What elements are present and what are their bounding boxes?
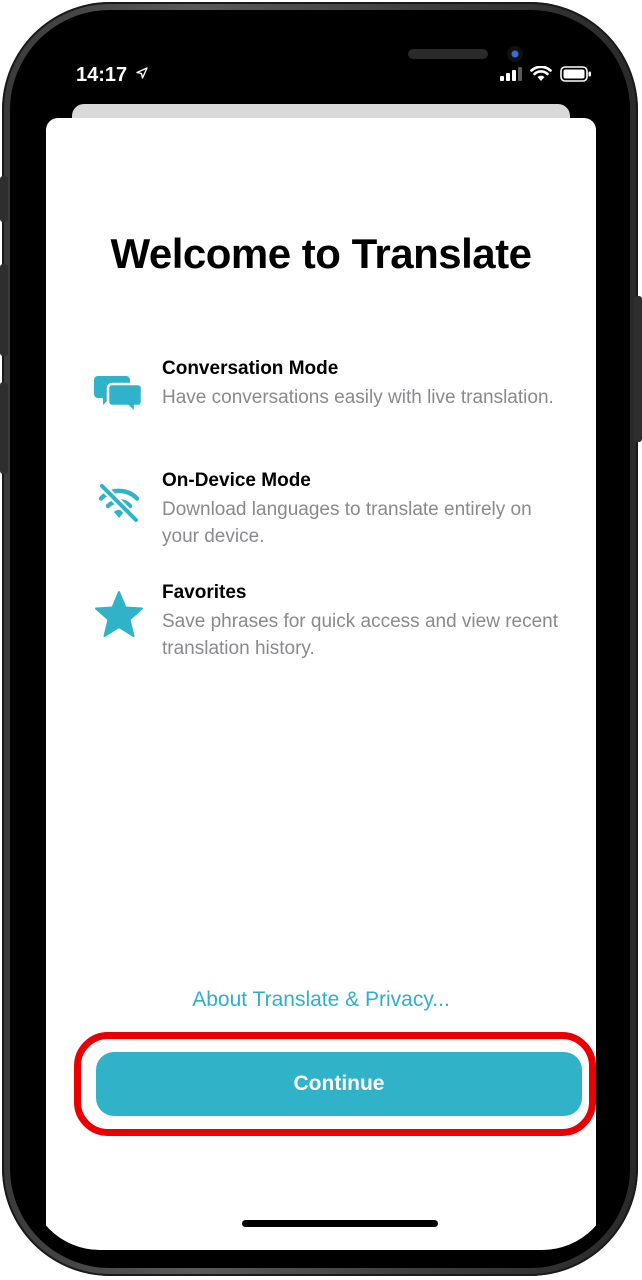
home-indicator[interactable] bbox=[242, 1220, 438, 1227]
mute-switch bbox=[0, 176, 8, 222]
wifi-icon bbox=[530, 65, 552, 87]
feature-conversation-mode: Conversation Mode Have conversations eas… bbox=[92, 358, 572, 448]
star-icon bbox=[92, 588, 146, 642]
feature-title: Conversation Mode bbox=[162, 358, 339, 379]
continue-button[interactable]: Continue bbox=[96, 1052, 582, 1116]
feature-description: Download languages to translate entirely… bbox=[162, 499, 532, 547]
feature-favorites: Favorites Save phrases for quick access … bbox=[92, 582, 572, 672]
battery-icon bbox=[560, 66, 592, 87]
volume-down-button bbox=[0, 382, 8, 474]
location-arrow-icon bbox=[136, 66, 148, 82]
volume-up-button bbox=[0, 264, 8, 356]
status-time: 14:17 bbox=[76, 64, 128, 86]
feature-title: On-Device Mode bbox=[162, 470, 311, 491]
power-button bbox=[634, 296, 642, 442]
feature-description: Have conversations easily with live tran… bbox=[162, 387, 554, 408]
feature-title: Favorites bbox=[162, 582, 247, 603]
about-privacy-link[interactable]: About Translate & Privacy... bbox=[46, 988, 596, 1012]
earpiece-speaker bbox=[408, 49, 488, 59]
wifi-off-icon bbox=[92, 476, 146, 530]
welcome-sheet: Welcome to Translate Conversation Mode H… bbox=[46, 118, 596, 1250]
status-indicators bbox=[500, 65, 592, 87]
notch bbox=[155, 28, 523, 70]
conversation-bubbles-icon bbox=[92, 364, 146, 418]
cellular-signal-icon bbox=[500, 67, 522, 86]
front-camera bbox=[507, 46, 523, 62]
feature-description: Save phrases for quick access and view r… bbox=[162, 611, 559, 659]
feature-on-device-mode: On-Device Mode Download languages to tra… bbox=[92, 470, 572, 560]
screen: 14:17 Welcome to Translate Conversation … bbox=[28, 28, 614, 1250]
page-title: Welcome to Translate bbox=[110, 230, 532, 277]
